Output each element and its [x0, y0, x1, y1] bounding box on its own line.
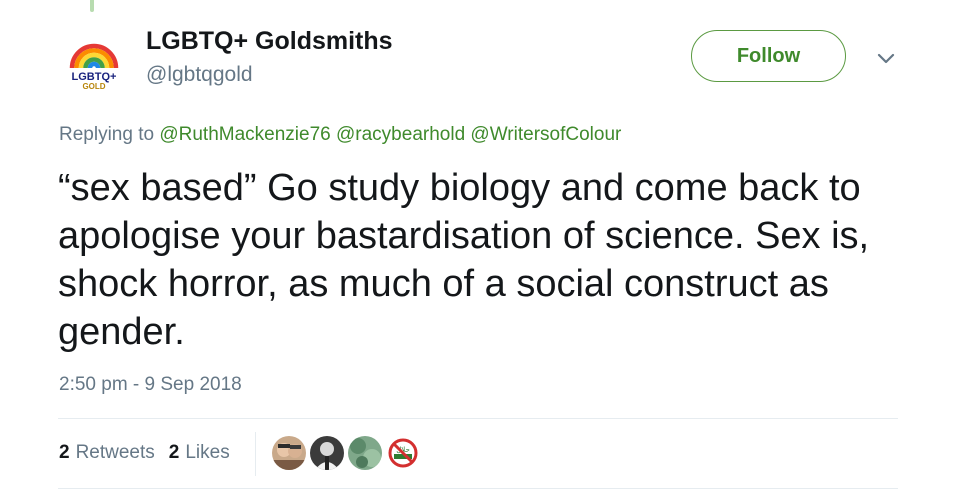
author-display-name[interactable]: LGBTQ+ Goldsmiths [146, 27, 393, 56]
liker-avatars: حلال [272, 436, 420, 470]
author-handle[interactable]: @lgbtqgold [146, 63, 253, 87]
stats-separator [255, 432, 256, 476]
liker-avatar[interactable] [348, 436, 382, 470]
follow-button[interactable]: Follow [691, 30, 846, 82]
mention-link[interactable]: @RuthMackenzie76 [159, 124, 330, 145]
liker-avatar[interactable] [310, 436, 344, 470]
mention-link[interactable]: @WritersofColour [470, 124, 621, 145]
no-halal-icon[interactable]: حلال [386, 436, 420, 470]
retweets-stat[interactable]: 2 Retweets [59, 442, 155, 464]
divider [58, 418, 898, 419]
retweets-count: 2 [59, 442, 70, 463]
mention-link[interactable]: @racybearhold [336, 124, 465, 145]
divider [58, 488, 898, 489]
likes-stat[interactable]: 2 Likes [169, 442, 230, 464]
avatar-text-bottom: GOLD [82, 82, 105, 91]
tweet-timestamp[interactable]: 2:50 pm - 9 Sep 2018 [59, 374, 242, 396]
author-avatar[interactable]: LGBTQ+ GOLD [60, 26, 128, 94]
replying-to-label: Replying to [59, 124, 155, 145]
tweet-text: “sex based” Go study biology and come ba… [58, 167, 870, 353]
likes-label: Likes [185, 442, 230, 463]
tweet-stats: 2 Retweets 2 Likes [59, 442, 244, 464]
replying-to-line: Replying to @RuthMackenzie76 @racybearho… [59, 124, 621, 146]
thread-connector-line [90, 0, 94, 12]
retweets-label: Retweets [75, 442, 155, 463]
likes-count: 2 [168, 442, 180, 463]
liker-avatar[interactable] [272, 436, 306, 470]
chevron-down-icon[interactable] [874, 46, 898, 70]
